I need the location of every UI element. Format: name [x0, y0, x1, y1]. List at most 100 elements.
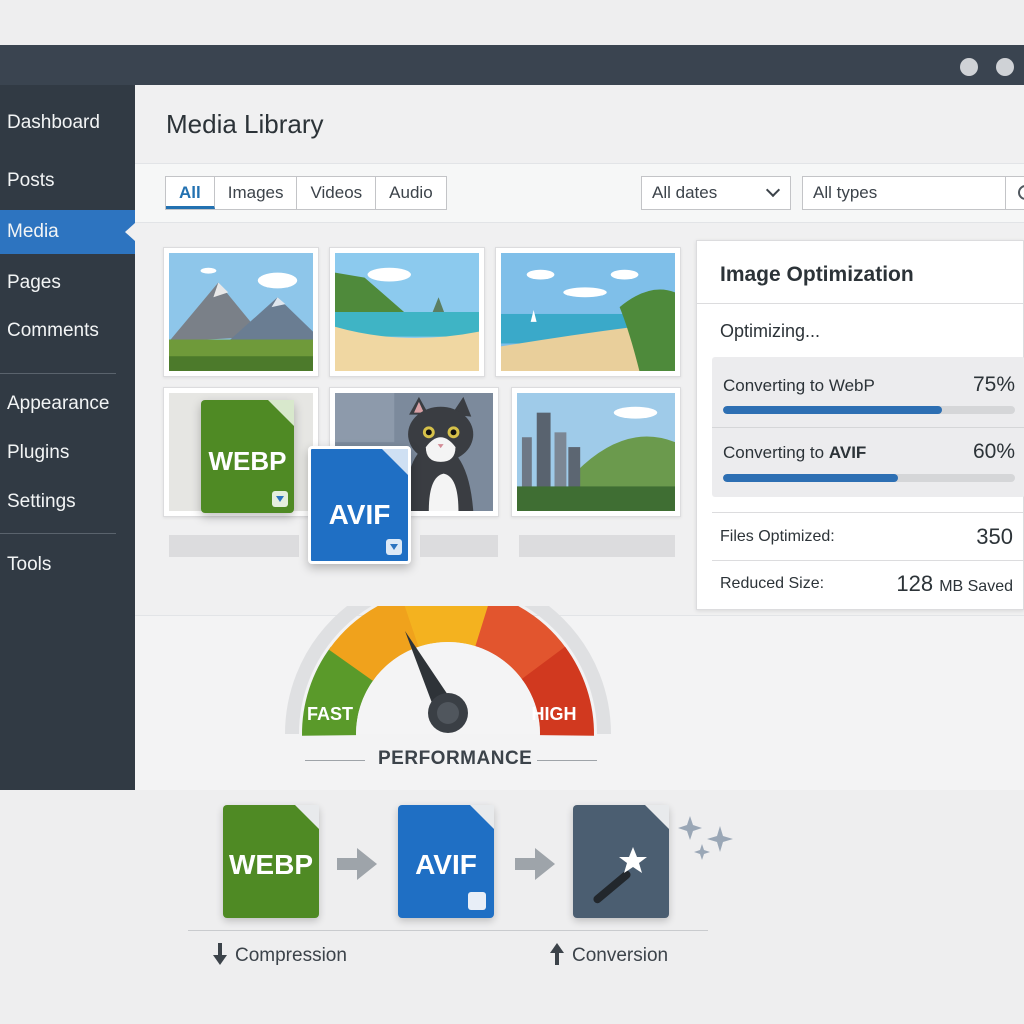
sparkle-icon — [678, 816, 733, 860]
magic-wand-icon — [593, 847, 647, 904]
media-toolbar: All Images Videos Audio All dates All ty… — [135, 163, 1024, 223]
sidebar-item-pages[interactable]: Pages — [0, 261, 135, 305]
sidebar-divider — [0, 533, 116, 534]
gauge-low-label: FAST — [307, 704, 353, 724]
flow-webp-label: WEBP — [229, 849, 313, 880]
tab-images[interactable]: Images — [215, 177, 298, 209]
chevron-down-icon — [765, 182, 781, 198]
progress-divider — [712, 427, 1024, 428]
files-optimized-value: 350 — [976, 524, 1013, 549]
media-thumbnail-placeholder — [420, 535, 498, 557]
beach-cove-image — [335, 253, 479, 371]
city-landscape-image — [517, 393, 675, 511]
panel-divider — [697, 303, 1024, 304]
gauge-title: PERFORMANCE — [378, 748, 533, 769]
avif-progress-bar — [723, 474, 1015, 482]
conversion-caption-text: Conversion — [572, 945, 669, 966]
date-filter-value: All dates — [652, 183, 718, 202]
media-thumbnail-placeholder — [519, 535, 675, 557]
page-title: Media Library — [166, 109, 324, 139]
file-fold-icon — [268, 400, 294, 426]
sidebar-item-appearance[interactable]: Appearance — [0, 382, 135, 426]
media-thumbnail-coast[interactable] — [495, 247, 681, 377]
reduced-size-unit: MB Saved — [939, 578, 1013, 595]
tab-audio[interactable]: Audio — [376, 177, 445, 209]
sidebar-item-media[interactable]: Media — [0, 210, 135, 254]
file-fold-icon — [645, 805, 669, 829]
conversion-caption: Conversion — [550, 943, 668, 967]
avif-progress-percent: 60% — [972, 440, 1015, 463]
sidebar-item-tools[interactable]: Tools — [0, 543, 135, 587]
media-thumbnail-city[interactable] — [511, 387, 681, 517]
gauge-high-label: HIGH — [532, 704, 577, 724]
progress-group: Converting to WebP 75% Converting to AVI… — [712, 357, 1024, 497]
image-optimization-panel: Image Optimization Optimizing... Convert… — [696, 240, 1024, 610]
flow-webp-file: WEBP — [223, 805, 319, 918]
type-filter-value: All types — [813, 183, 878, 202]
sidebar-item-plugins[interactable]: Plugins — [0, 431, 135, 475]
reduced-size-number: 128 — [896, 571, 934, 596]
webp-progress-bar — [723, 406, 1015, 414]
sidebar-divider — [0, 373, 116, 374]
date-filter-select[interactable]: All dates — [641, 176, 791, 210]
mountain-landscape-image — [169, 253, 313, 371]
reduced-size-value: 128 MB Saved — [896, 571, 1013, 597]
media-thumbnail-placeholder — [169, 535, 299, 557]
arrow-up-icon — [550, 943, 564, 965]
avif-progress-label-prefix: Converting to — [723, 443, 829, 462]
file-corner-icon — [386, 539, 402, 555]
media-thumbnail-beach[interactable] — [329, 247, 485, 377]
flow-tool-file — [573, 805, 669, 918]
file-fold-icon — [470, 805, 494, 829]
webp-progress-fill — [723, 406, 942, 414]
webp-progress-percent: 75% — [972, 373, 1015, 396]
media-thumbnail-mountains[interactable] — [163, 247, 319, 377]
admin-sidebar: Dashboard Posts Media Pages Comments App… — [0, 85, 135, 790]
gauge-title-rule — [305, 760, 365, 761]
search-icon[interactable] — [1005, 177, 1024, 209]
sidebar-item-posts[interactable]: Posts — [0, 159, 135, 203]
type-filter-input[interactable]: All types — [802, 176, 1024, 210]
avif-progress-fill — [723, 474, 899, 482]
gauge-hub-inner — [437, 702, 459, 724]
webp-badge-label: WEBP — [208, 446, 287, 476]
window-control-dot[interactable] — [996, 58, 1014, 76]
window-control-dot[interactable] — [960, 58, 978, 76]
flow-avif-file: AVIF — [398, 805, 494, 918]
coastline-image — [501, 253, 675, 371]
avif-file-badge: AVIF — [308, 446, 411, 564]
files-optimized-label: Files Optimized: — [720, 528, 835, 545]
file-corner-icon — [272, 491, 288, 507]
panel-title: Image Optimization — [720, 263, 914, 286]
performance-area: FAST HIGH PERFORMANCE — [135, 606, 1024, 790]
webp-progress-label: Converting to WebP — [723, 376, 875, 395]
file-corner-icon — [468, 892, 486, 910]
arrow-right-icon — [337, 848, 377, 880]
optimization-status: Optimizing... — [720, 321, 821, 341]
flow-divider — [188, 930, 708, 931]
performance-gauge: FAST HIGH — [285, 606, 611, 736]
media-library-main: Media Library All Images Videos Audio Al… — [135, 85, 1024, 790]
file-fold-icon — [295, 805, 319, 829]
file-fold-icon — [382, 449, 408, 475]
compression-caption: Compression — [213, 943, 347, 967]
webp-file-badge: WEBP — [201, 400, 294, 513]
sidebar-item-settings[interactable]: Settings — [0, 480, 135, 524]
sidebar-item-dashboard[interactable]: Dashboard — [0, 101, 135, 145]
stats-divider — [712, 512, 1024, 513]
tab-videos[interactable]: Videos — [297, 177, 377, 209]
media-type-tabs: All Images Videos Audio — [165, 176, 447, 210]
avif-progress-label-strong: AVIF — [828, 443, 867, 462]
window-titlebar — [0, 45, 1024, 85]
compression-caption-text: Compression — [235, 945, 347, 966]
reduced-size-label: Reduced Size: — [720, 575, 825, 592]
arrow-right-icon — [515, 848, 555, 880]
flow-avif-label: AVIF — [415, 849, 477, 880]
stats-divider — [712, 560, 1024, 561]
avif-progress-label: Converting to AVIF — [723, 443, 866, 463]
sidebar-item-comments[interactable]: Comments — [0, 309, 135, 353]
avif-badge-label: AVIF — [328, 499, 391, 530]
arrow-down-icon — [213, 943, 227, 965]
tab-all[interactable]: All — [166, 177, 215, 209]
gauge-title-rule — [537, 760, 597, 761]
